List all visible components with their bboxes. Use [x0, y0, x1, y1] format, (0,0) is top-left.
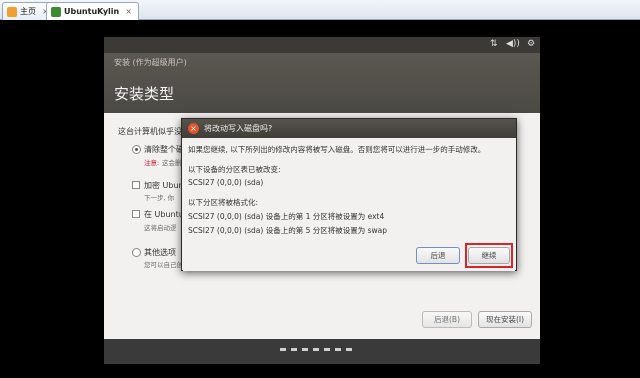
dialog-title: 将改动写入磁盘吗? — [204, 124, 273, 133]
progress-dot — [302, 348, 308, 351]
format-item: SCSI27 (0,0,0) (sda) 设备上的第 5 分区将被设置为 swa… — [188, 226, 388, 235]
window-title: 安装 (作为超级用户) — [114, 58, 187, 67]
close-icon[interactable]: × — [188, 123, 199, 134]
option-encrypt-checkbox[interactable] — [132, 181, 140, 189]
option-lvm-checkbox[interactable] — [132, 210, 140, 218]
option-lvm-note: 这将启动逻 — [144, 224, 177, 232]
settings-gear-icon[interactable]: ⚙ — [527, 39, 535, 49]
install-question: 这台计算机似乎没 — [118, 127, 182, 136]
installer-header: 安装 (作为超级用户) 安装类型 — [104, 53, 540, 113]
option-other-radio[interactable] — [132, 248, 141, 257]
progress-dot — [291, 348, 297, 351]
progress-dots — [280, 348, 352, 351]
home-icon — [7, 6, 17, 17]
page-title: 安装类型 — [114, 85, 175, 103]
option-erase-note: 这会删 — [162, 159, 182, 167]
host-tab-bar: 主页 × UbuntuKylin × — [0, 0, 640, 20]
write-changes-dialog: × 将改动写入磁盘吗? 如果您继续, 以下所列出的修改内容将被写入磁盘。否则您将… — [181, 118, 517, 271]
progress-dot — [313, 348, 319, 351]
partition-table-heading: 以下设备的分区表已被改变: — [188, 165, 281, 174]
dialog-body: 如果您继续, 以下所列出的修改内容将被写入磁盘。否则您将可以进行进一步的手动修改… — [183, 138, 515, 271]
option-encrypt-note: 下一步, 你 — [144, 194, 175, 202]
progress-dot — [324, 348, 330, 351]
install-now-button[interactable]: 现在安装(I) — [478, 311, 532, 328]
format-heading: 以下分区将被格式化: — [188, 198, 259, 207]
option-other-note: 您可以自己创 — [144, 261, 183, 269]
close-icon[interactable]: × — [125, 7, 132, 16]
option-erase-radio[interactable] — [132, 145, 141, 154]
network-icon[interactable]: ⇅ — [490, 39, 498, 49]
volume-icon[interactable]: ◀)) — [506, 39, 520, 49]
dialog-titlebar: × 将改动写入磁盘吗? — [182, 119, 516, 138]
format-item: SCSI27 (0,0,0) (sda) 设备上的第 1 分区将被设置为 ext… — [188, 212, 385, 221]
partition-table-device: SCSI27 (0,0,0) (sda) — [188, 178, 264, 187]
tab-ubuntukylin[interactable]: UbuntuKylin × — [46, 2, 139, 20]
option-lvm-label[interactable]: 在 Ubuntu — [144, 209, 184, 220]
continue-highlight-box — [465, 243, 513, 268]
progress-dot — [346, 348, 352, 351]
option-erase-label[interactable]: 清除整个磁 — [144, 144, 184, 155]
progress-dot — [280, 348, 286, 351]
progress-dot — [335, 348, 341, 351]
top-panel: ⇅ ◀)) ⚙ — [104, 37, 540, 53]
back-button[interactable]: 后退(B) — [422, 311, 472, 328]
tab-home-label: 主页 — [20, 7, 36, 16]
dialog-back-button[interactable]: 后退 — [416, 247, 460, 264]
dialog-intro: 如果您继续, 以下所列出的修改内容将被写入磁盘。否则您将可以进行进一步的手动修改… — [188, 145, 486, 154]
tab-ubuntukylin-label: UbuntuKylin — [64, 7, 120, 16]
ubuntu-kylin-icon — [51, 6, 61, 17]
option-other-label[interactable]: 其他选项 — [144, 247, 176, 258]
option-erase-note-label: 注意: — [144, 159, 160, 167]
